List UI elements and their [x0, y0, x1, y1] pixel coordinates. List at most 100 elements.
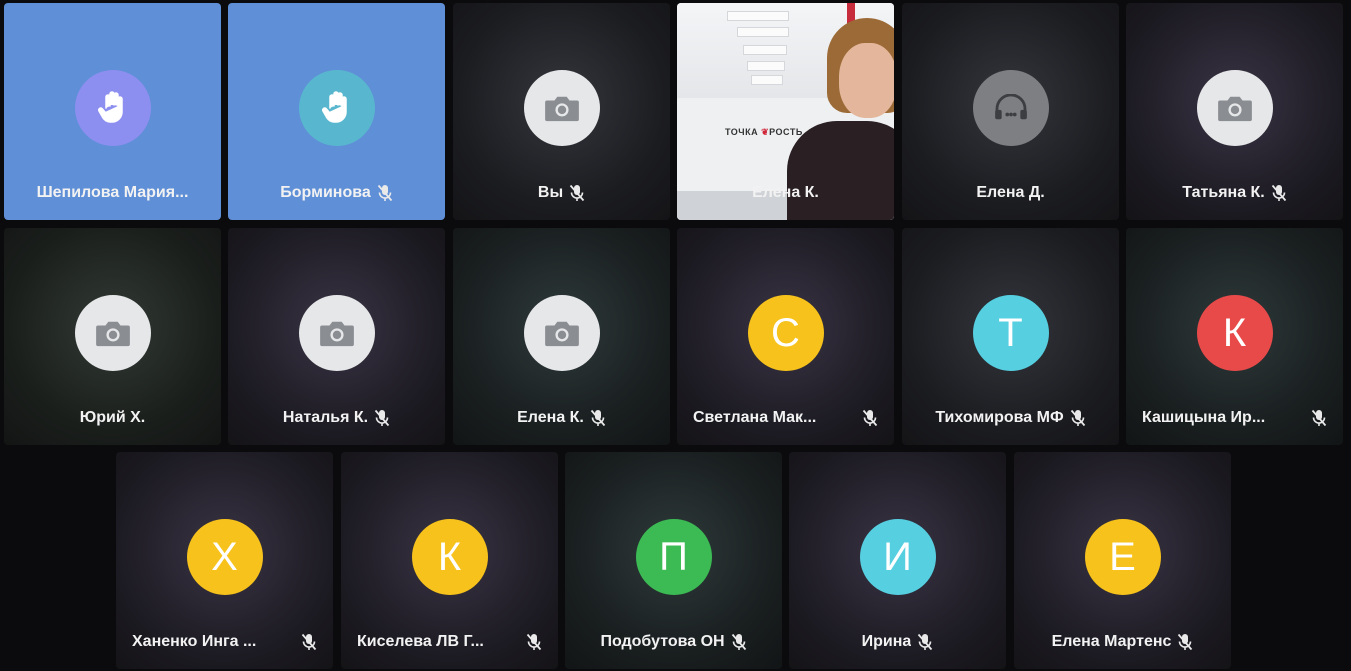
mic-muted-icon — [1271, 184, 1287, 202]
participant-tile[interactable]: К Кашицына Ир... — [1126, 228, 1343, 445]
participant-label: Шепилова Мария... — [4, 184, 221, 202]
avatar-letter: П — [659, 534, 688, 579]
participant-label: Елена К. — [677, 184, 894, 202]
avatar-letter: Е — [1109, 534, 1136, 579]
participant-name: Ирина — [861, 633, 912, 650]
participant-tile[interactable]: Х Ханенко Инга ... — [116, 452, 333, 669]
participant-tile[interactable]: П Подобутова ОН — [565, 452, 782, 669]
mic-muted-icon — [1177, 633, 1193, 651]
video-ceiling-light — [737, 27, 789, 37]
camera-off-icon — [298, 295, 375, 371]
participant-label: Ирина — [789, 633, 1006, 651]
avatar: Х — [186, 519, 263, 595]
participant-label: Киселева ЛВ Г... — [341, 633, 558, 651]
video-ceiling-light — [743, 45, 787, 55]
mic-muted-icon — [862, 409, 878, 427]
video-person-face — [839, 43, 894, 118]
participant-label: Елена К. — [453, 409, 670, 427]
participant-name: Елена К. — [517, 409, 584, 426]
hand-raised-icon — [74, 70, 151, 146]
avatar-letter: Т — [998, 310, 1023, 355]
video-logo: ТОЧКА ❦РОСТЬ — [725, 127, 803, 138]
participant-tile[interactable]: Т Тихомирова МФ — [902, 228, 1119, 445]
participant-tile[interactable]: С Светлана Мак... — [677, 228, 894, 445]
camera-off-icon — [523, 70, 600, 146]
participant-name: Киселева ЛВ Г... — [357, 633, 484, 650]
camera-off-icon — [523, 295, 600, 371]
participant-tile[interactable]: Татьяна К. — [1126, 3, 1343, 220]
participant-label: Ханенко Инга ... — [116, 633, 333, 651]
participant-tile[interactable]: И Ирина — [789, 452, 1006, 669]
participant-name: Кашицына Ир... — [1142, 409, 1266, 426]
video-person-body — [787, 121, 894, 220]
avatar-letter: С — [771, 310, 800, 355]
camera-off-icon — [74, 295, 151, 371]
mic-muted-icon — [1070, 409, 1086, 427]
headphones-icon — [972, 70, 1049, 146]
participant-label: Наталья К. — [228, 409, 445, 427]
participant-tile[interactable]: Вы — [453, 3, 670, 220]
participant-tile[interactable]: Юрий Х. — [4, 228, 221, 445]
mic-muted-icon — [917, 633, 933, 651]
logo-text-2: РОСТЬ — [769, 127, 803, 137]
avatar: К — [411, 519, 488, 595]
hand-raised-icon — [298, 70, 375, 146]
avatar: К — [1196, 295, 1273, 371]
camera-off-icon — [1196, 70, 1273, 146]
participant-name: Тихомирова МФ — [935, 409, 1064, 426]
participant-tile[interactable]: Елена К. — [453, 228, 670, 445]
avatar-letter: И — [883, 534, 912, 579]
participant-tile[interactable]: Шепилова Мария... — [4, 3, 221, 220]
participant-tile[interactable]: Наталья К. — [228, 228, 445, 445]
video-ceiling-light — [747, 61, 785, 71]
participant-label: Борминова — [228, 184, 445, 202]
avatar: И — [859, 519, 936, 595]
logo-mark: ❦ — [761, 127, 770, 137]
participant-name: Подобутова ОН — [600, 633, 725, 650]
mic-muted-icon — [1311, 409, 1327, 427]
video-ceiling-light — [751, 75, 783, 85]
mic-muted-icon — [590, 409, 606, 427]
avatar-letter: Х — [211, 534, 238, 579]
participant-name: Вы — [537, 184, 564, 201]
participant-name: Елена Д. — [976, 184, 1045, 201]
logo-text-1: ТОЧКА — [725, 127, 759, 137]
mic-muted-icon — [377, 184, 393, 202]
avatar: П — [635, 519, 712, 595]
participant-label: Вы — [453, 184, 670, 202]
participant-name: Татьяна К. — [1182, 184, 1265, 201]
video-ceiling-light — [727, 11, 789, 21]
participant-label: Кашицына Ир... — [1126, 409, 1343, 427]
participant-tile[interactable]: Борминова — [228, 3, 445, 220]
avatar: Т — [972, 295, 1049, 371]
participant-tile[interactable]: Елена Д. — [902, 3, 1119, 220]
participant-name: Елена К. — [752, 184, 819, 201]
mic-muted-icon — [526, 633, 542, 651]
mic-muted-icon — [731, 633, 747, 651]
participant-label: Татьяна К. — [1126, 184, 1343, 202]
participant-name: Наталья К. — [282, 409, 369, 426]
participant-tile[interactable]: ТОЧКА ❦РОСТЬ Елена К. — [677, 3, 894, 220]
mic-muted-icon — [374, 409, 390, 427]
participant-tile[interactable]: К Киселева ЛВ Г... — [341, 452, 558, 669]
participant-name: Борминова — [280, 184, 371, 201]
participant-name: Светлана Мак... — [693, 409, 817, 426]
participant-grid: Шепилова Мария... Борминова Вы ТОЧКА ❦РОСТЬ… — [0, 0, 1351, 671]
participant-label: Тихомирова МФ — [902, 409, 1119, 427]
participant-name: Шепилова Мария... — [36, 184, 189, 201]
participant-label: Светлана Мак... — [677, 409, 894, 427]
avatar: С — [747, 295, 824, 371]
participant-name: Елена Мартенс — [1051, 633, 1172, 650]
participant-label: Елена Д. — [902, 184, 1119, 202]
participant-label: Юрий Х. — [4, 409, 221, 427]
participant-name: Ханенко Инга ... — [132, 633, 257, 650]
avatar-letter: К — [437, 534, 462, 579]
mic-muted-icon — [301, 633, 317, 651]
participant-label: Елена Мартенс — [1014, 633, 1231, 651]
mic-muted-icon — [569, 184, 585, 202]
avatar-letter: К — [1222, 310, 1247, 355]
participant-label: Подобутова ОН — [565, 633, 782, 651]
participant-tile[interactable]: Е Елена Мартенс — [1014, 452, 1231, 669]
participant-name: Юрий Х. — [79, 409, 146, 426]
avatar: Е — [1084, 519, 1161, 595]
